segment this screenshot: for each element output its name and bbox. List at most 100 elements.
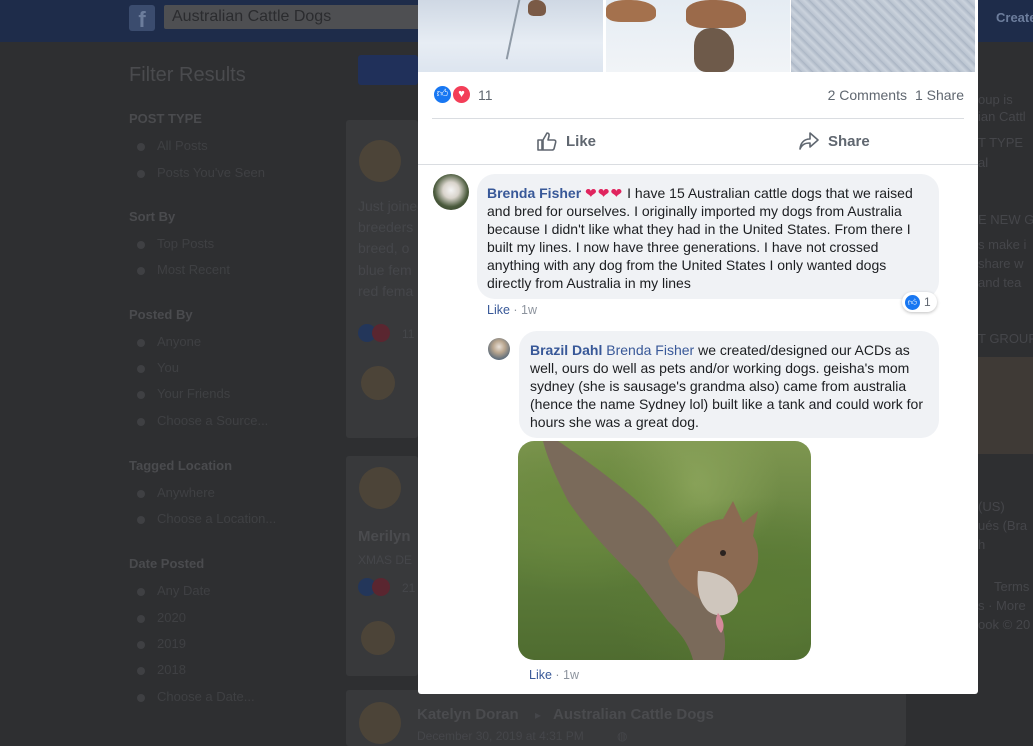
post-modal: 👍︎ ♥ 11 2 Comments 1 Share Like Share Bre…	[418, 0, 978, 694]
search-input[interactable]	[164, 5, 424, 29]
like-button[interactable]: Like	[536, 126, 596, 156]
filter-option[interactable]: Top Posts	[137, 236, 214, 251]
comments-count[interactable]: 2 Comments	[828, 87, 907, 103]
heart-emoji-icon: ❤❤❤	[585, 185, 624, 201]
comment-author[interactable]: Brazil Dahl	[530, 342, 602, 358]
reactions-count[interactable]: 11	[478, 87, 493, 103]
sidebar-text[interactable]: Terms	[994, 579, 1029, 594]
group-photo[interactable]	[978, 357, 1033, 454]
arrow-right-icon: ▸	[535, 708, 542, 722]
filter-section-title: Sort By	[129, 209, 176, 224]
radio-icon	[137, 266, 145, 275]
like-label: Like	[566, 132, 597, 150]
comment-actions: Like · 1w	[529, 668, 580, 682]
feed-text: breed, o	[358, 240, 410, 256]
create-link[interactable]: Create	[996, 10, 1033, 25]
shares-count[interactable]: 1 Share	[915, 87, 964, 103]
filter-option[interactable]: Your Friends	[137, 386, 230, 401]
sidebar-text: h	[978, 537, 986, 552]
filter-option[interactable]: 2019	[137, 636, 186, 651]
share-label: Share	[828, 132, 870, 150]
avatar	[359, 702, 401, 744]
avatar	[361, 621, 395, 655]
comment-time[interactable]: 1w	[563, 668, 579, 682]
sidebar-text: (US)	[978, 499, 1005, 514]
avatar[interactable]	[433, 174, 469, 210]
filter-option[interactable]: Any Date	[137, 583, 210, 598]
sidebar-text: E NEW G	[978, 212, 1033, 227]
filter-option[interactable]: Anyone	[137, 334, 201, 349]
like-reaction-icon[interactable]: 👍︎	[432, 84, 453, 105]
share-button[interactable]: Share	[798, 126, 870, 156]
filter-section-title: Posted By	[129, 307, 193, 322]
filter-button[interactable]	[358, 55, 418, 85]
radio-icon	[137, 417, 145, 426]
feed-text: Just joined	[358, 198, 425, 214]
sidebar-text: oup is	[978, 92, 1013, 107]
sidebar-text: ués (Bra	[978, 518, 1028, 533]
sidebar-text: share w	[978, 256, 1024, 271]
thumbs-up-icon	[537, 132, 557, 151]
comment-mention[interactable]: Brenda Fisher	[606, 342, 694, 358]
radio-icon	[137, 390, 145, 399]
radio-icon	[137, 240, 145, 249]
dog-photo-image	[543, 441, 759, 660]
post-author[interactable]: Katelyn Doran	[417, 706, 519, 723]
globe-icon: ◍	[617, 729, 628, 743]
filter-option[interactable]: You	[137, 360, 179, 375]
reactions-summary: 👍︎ ♥ 11 2 Comments 1 Share	[432, 84, 964, 106]
filter-section-title: POST TYPE	[129, 111, 202, 126]
love-reaction-icon[interactable]: ♥	[451, 84, 472, 105]
radio-icon	[137, 338, 145, 347]
radio-icon	[137, 693, 145, 702]
sidebar-text: ook © 20	[978, 617, 1031, 632]
comment-bubble: Brazil Dahl Brenda Fisher we created/des…	[519, 331, 939, 438]
comment-author[interactable]: Brenda Fisher	[487, 185, 581, 201]
share-arrow-icon	[799, 132, 819, 150]
sidebar-text: ian Cattl	[978, 109, 1026, 124]
avatar	[359, 140, 401, 182]
avatar	[361, 366, 395, 400]
comment-like-link[interactable]: Like	[487, 303, 510, 317]
post-date[interactable]: December 30, 2019 at 4:31 PM	[417, 729, 584, 743]
comment-like-link[interactable]: Like	[529, 668, 552, 682]
divider	[432, 118, 964, 119]
comment-photo[interactable]	[518, 441, 811, 660]
like-reaction-icon: 👍︎	[905, 294, 920, 310]
radio-icon	[137, 169, 145, 178]
post-author[interactable]: Merilyn	[358, 528, 411, 545]
group-link[interactable]: Australian Cattle Dogs	[553, 706, 714, 723]
sidebar-text: s make i	[978, 237, 1027, 252]
post-photo[interactable]	[791, 0, 975, 72]
sidebar-text: and tea	[978, 275, 1022, 290]
comment-time[interactable]: 1w	[521, 303, 537, 317]
radio-icon	[137, 142, 145, 151]
feed-text: blue fem	[358, 262, 412, 278]
filter-title: Filter Results	[129, 64, 246, 86]
comment-reaction[interactable]: 👍︎ 1	[902, 292, 937, 312]
filter-option[interactable]: Choose a Source...	[137, 413, 268, 428]
filter-option[interactable]: 2018	[137, 662, 186, 677]
reaction-count: 11	[402, 327, 415, 341]
reaction-icons	[358, 324, 394, 342]
sidebar-text[interactable]: s · More	[978, 598, 1026, 613]
reaction-icons	[358, 578, 394, 596]
sidebar-text: T TYPE	[978, 135, 1024, 150]
sidebar-text: T GROUP	[978, 331, 1033, 346]
filter-option[interactable]: Choose a Date...	[137, 689, 255, 704]
filter-option[interactable]: Most Recent	[137, 262, 230, 277]
divider	[418, 164, 978, 165]
filter-option[interactable]: Posts You've Seen	[137, 165, 265, 180]
post-stats: 2 Comments 1 Share	[828, 87, 964, 103]
sidebar-text: al	[978, 155, 989, 170]
filter-option[interactable]: Anywhere	[137, 485, 215, 500]
avatar[interactable]	[488, 338, 510, 360]
filter-option[interactable]: All Posts	[137, 138, 208, 153]
facebook-logo-icon[interactable]: f	[129, 5, 155, 32]
feed-text: red fema	[358, 283, 414, 299]
filter-option[interactable]: 2020	[137, 610, 186, 625]
filter-option[interactable]: Choose a Location...	[137, 511, 276, 526]
post-photo[interactable]	[418, 0, 603, 72]
radio-icon	[137, 640, 145, 649]
post-photo[interactable]	[606, 0, 790, 72]
